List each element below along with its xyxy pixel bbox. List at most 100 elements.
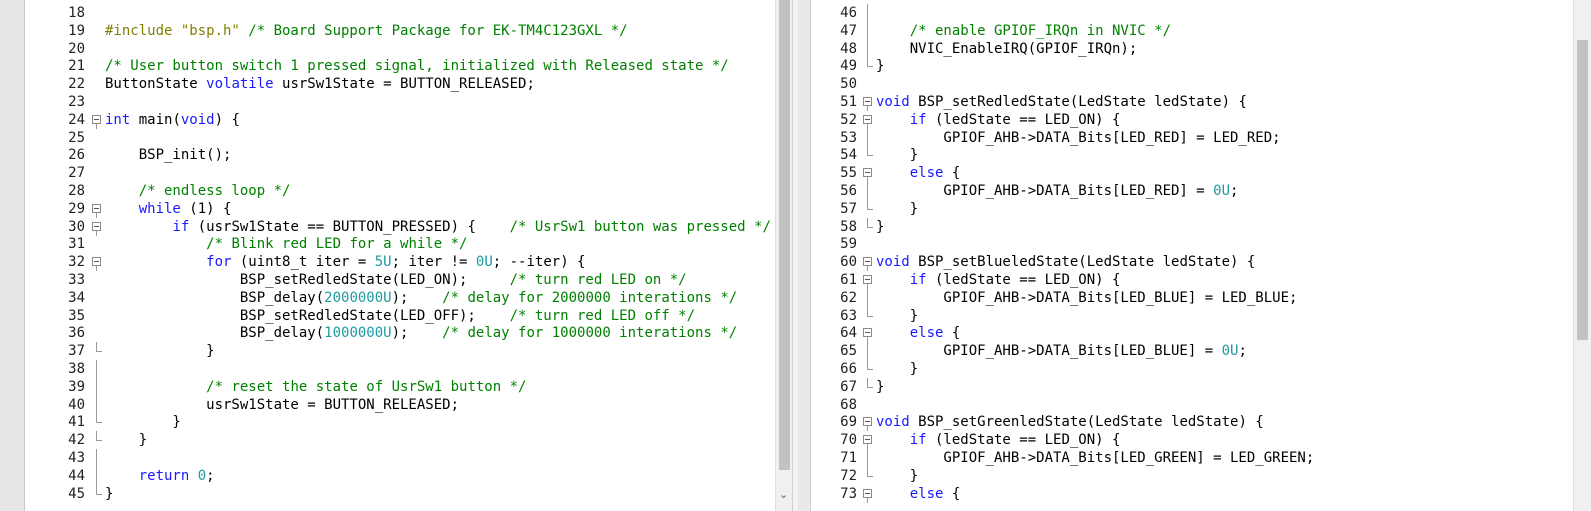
code-text[interactable]: GPIOF_AHB->DATA_Bits[LED_BLUE] = 0U;	[876, 342, 1246, 360]
code-text[interactable]: else {	[876, 485, 961, 503]
fold-minus-icon[interactable]	[862, 164, 874, 183]
code-line[interactable]: 48 NVIC_EnableIRQ(GPIOF_IRQn);	[811, 39, 1571, 58]
code-line[interactable]: 30 if (usrSw1State == BUTTON_PRESSED) { …	[25, 218, 775, 236]
code-line[interactable]: 66 }	[811, 360, 1571, 378]
code-text[interactable]: }	[105, 485, 113, 503]
fold-minus-icon[interactable]	[862, 253, 874, 272]
code-text[interactable]: void BSP_setBlueledState(LedState ledSta…	[876, 253, 1255, 271]
code-line[interactable]: 55 else {	[811, 164, 1571, 183]
code-text[interactable]: int main(void) {	[105, 111, 240, 129]
code-line[interactable]: 36 BSP_delay(1000000U); /* delay for 100…	[25, 324, 775, 342]
code-line[interactable]: 38	[25, 360, 775, 378]
code-text[interactable]: if (usrSw1State == BUTTON_PRESSED) { /* …	[105, 218, 770, 236]
code-text[interactable]: }	[876, 200, 918, 218]
fold-minus-icon[interactable]	[862, 431, 874, 450]
code-text[interactable]: usrSw1State = BUTTON_RELEASED;	[105, 396, 459, 414]
fold-minus-icon[interactable]	[91, 200, 103, 218]
code-line[interactable]: 70 if (ledState == LED_ON) {	[811, 431, 1571, 450]
code-text[interactable]: void BSP_setGreenledState(LedState ledSt…	[876, 413, 1264, 431]
code-line[interactable]: 51 void BSP_setRedledState(LedState ledSt…	[811, 93, 1571, 111]
code-line[interactable]: 40 usrSw1State = BUTTON_RELEASED;	[25, 395, 775, 414]
code-line[interactable]: 42 }	[25, 431, 775, 449]
code-text[interactable]: NVIC_EnableIRQ(GPIOF_IRQn);	[876, 40, 1138, 58]
code-text[interactable]: GPIOF_AHB->DATA_Bits[LED_GREEN] = LED_GR…	[876, 449, 1314, 467]
code-text[interactable]: /* enable GPIOF_IRQn in NVIC */	[876, 22, 1171, 40]
code-line[interactable]: 60 void BSP_setBlueledState(LedState ledS…	[811, 253, 1571, 272]
code-line[interactable]: 73 else {	[811, 485, 1571, 503]
code-line[interactable]: 44 return 0;	[25, 466, 775, 485]
scrollbar-thumb[interactable]	[779, 0, 790, 470]
code-line[interactable]: 71 GPIOF_AHB->DATA_Bits[LED_GREEN] = LED…	[811, 449, 1571, 467]
code-line[interactable]: 45}	[25, 484, 775, 503]
code-line[interactable]: 65 GPIOF_AHB->DATA_Bits[LED_BLUE] = 0U;	[811, 342, 1571, 361]
code-line[interactable]: 24 int main(void) {	[25, 111, 775, 129]
code-text[interactable]: /* User button switch 1 pressed signal, …	[105, 57, 729, 75]
code-line[interactable]: 61 if (ledState == LED_ON) {	[811, 271, 1571, 289]
code-line[interactable]: 37 }	[25, 342, 775, 360]
code-text[interactable]: }	[105, 431, 147, 449]
code-text[interactable]: if (ledState == LED_ON) {	[876, 431, 1121, 449]
code-text[interactable]: GPIOF_AHB->DATA_Bits[LED_RED] = LED_RED;	[876, 129, 1280, 147]
code-text[interactable]: }	[876, 218, 884, 236]
code-line[interactable]: 18	[25, 4, 775, 22]
code-line[interactable]: 56 GPIOF_AHB->DATA_Bits[LED_RED] = 0U;	[811, 182, 1571, 200]
code-text[interactable]: BSP_delay(1000000U); /* delay for 100000…	[105, 324, 737, 342]
code-text[interactable]: ButtonState volatile usrSw1State = BUTTO…	[105, 75, 535, 93]
code-text[interactable]: }	[876, 467, 918, 485]
code-line[interactable]: 47 /* enable GPIOF_IRQn in NVIC */	[811, 21, 1571, 40]
code-line[interactable]: 20	[25, 40, 775, 58]
code-text[interactable]: }	[876, 146, 918, 164]
scrollbar-thumb[interactable]	[1577, 40, 1588, 340]
code-line[interactable]: 63 }	[811, 306, 1571, 325]
code-text[interactable]: else {	[876, 324, 961, 342]
code-line[interactable]: 54 }	[811, 146, 1571, 164]
code-text[interactable]: GPIOF_AHB->DATA_Bits[LED_RED] = 0U;	[876, 182, 1238, 200]
code-line[interactable]: 39 /* reset the state of UsrSw1 button *…	[25, 377, 775, 396]
code-line[interactable]: 52 if (ledState == LED_ON) {	[811, 111, 1571, 129]
code-text[interactable]: }	[105, 342, 214, 360]
code-text[interactable]: }	[876, 57, 884, 75]
code-line[interactable]: 35 BSP_setRedledState(LED_OFF); /* turn …	[25, 307, 775, 325]
chevron-down-icon[interactable]: ⌄	[779, 488, 788, 501]
code-line[interactable]: 58}	[811, 217, 1571, 236]
code-text[interactable]: for (uint8_t iter = 5U; iter != 0U; --it…	[105, 253, 585, 271]
code-line[interactable]: 43	[25, 449, 775, 467]
code-line[interactable]: 29 while (1) {	[25, 200, 775, 218]
right-editor-scrollbar[interactable]	[1573, 0, 1591, 511]
code-line[interactable]: 57 }	[811, 199, 1571, 218]
code-line[interactable]: 41 }	[25, 413, 775, 431]
code-line[interactable]: 62 GPIOF_AHB->DATA_Bits[LED_BLUE] = LED_…	[811, 288, 1571, 307]
code-line[interactable]: 50	[811, 75, 1571, 93]
code-text[interactable]: /* reset the state of UsrSw1 button */	[105, 378, 526, 396]
fold-minus-icon[interactable]	[862, 93, 874, 111]
code-line[interactable]: 68	[811, 396, 1571, 414]
code-text[interactable]: }	[105, 413, 180, 431]
right-editor-pane[interactable]: 46 47 /* enable GPIOF_IRQn in NVIC */48 N…	[811, 0, 1571, 511]
code-text[interactable]: while (1) {	[105, 200, 232, 218]
fold-minus-icon[interactable]	[91, 111, 103, 129]
code-line[interactable]: 72 }	[811, 466, 1571, 485]
fold-minus-icon[interactable]	[862, 485, 874, 503]
code-text[interactable]: }	[876, 307, 918, 325]
code-line[interactable]: 21 /* User button switch 1 pressed signal…	[25, 57, 775, 75]
fold-minus-icon[interactable]	[862, 271, 874, 289]
fold-minus-icon[interactable]	[91, 218, 103, 236]
code-text[interactable]: BSP_init();	[105, 146, 232, 164]
code-text[interactable]: return 0;	[105, 467, 215, 485]
fold-minus-icon[interactable]	[91, 253, 103, 272]
code-text[interactable]: BSP_setRedledState(LED_ON); /* turn red …	[105, 271, 687, 289]
code-text[interactable]: /* endless loop */	[105, 182, 291, 200]
code-text[interactable]: BSP_setRedledState(LED_OFF); /* turn red…	[105, 307, 695, 325]
code-line[interactable]: 69 void BSP_setGreenledState(LedState led…	[811, 413, 1571, 432]
code-line[interactable]: 31 /* Blink red LED for a while */	[25, 235, 775, 253]
code-line[interactable]: 33 BSP_setRedledState(LED_ON); /* turn r…	[25, 271, 775, 289]
code-line[interactable]: 53 GPIOF_AHB->DATA_Bits[LED_RED] = LED_R…	[811, 128, 1571, 147]
fold-minus-icon[interactable]	[862, 324, 874, 343]
code-line[interactable]: 25	[25, 129, 775, 147]
code-text[interactable]: if (ledState == LED_ON) {	[876, 271, 1121, 289]
left-editor-pane[interactable]: 18 19 #include "bsp.h" /* Board Support Pa…	[25, 0, 775, 511]
fold-minus-icon[interactable]	[862, 111, 874, 129]
code-text[interactable]: else {	[876, 164, 961, 182]
code-line[interactable]: 49}	[811, 57, 1571, 75]
code-line[interactable]: 19 #include "bsp.h" /* Board Support Pack…	[25, 22, 775, 40]
